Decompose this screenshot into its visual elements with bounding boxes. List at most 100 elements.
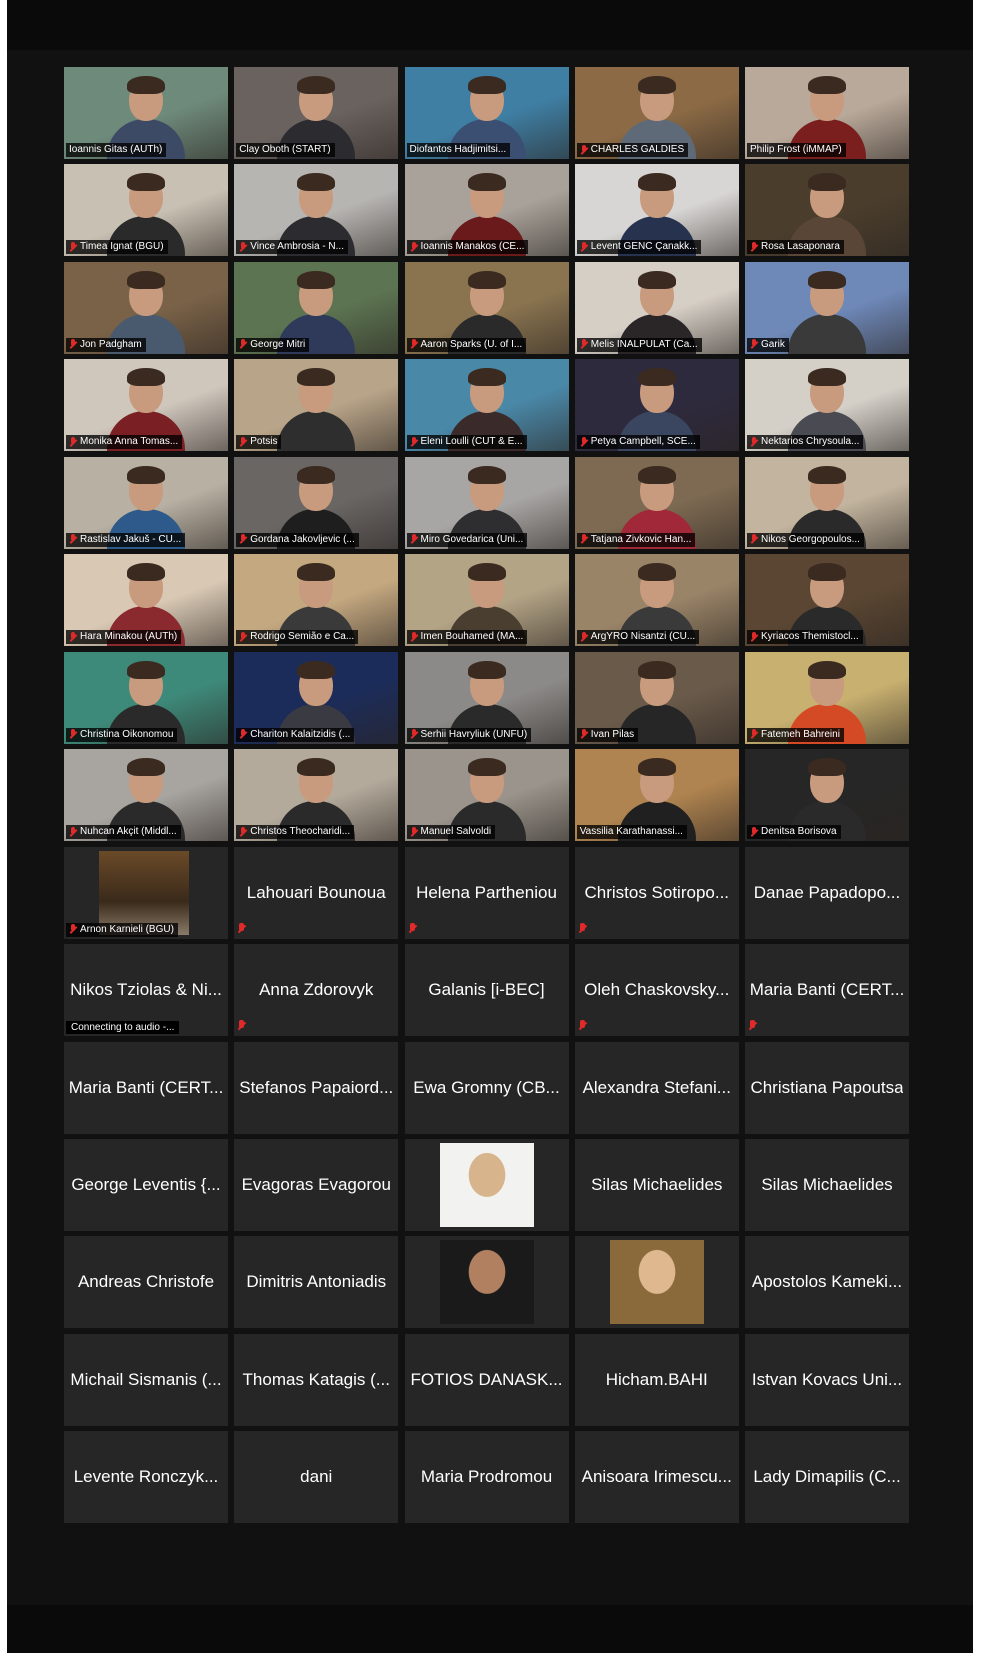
participant-tile[interactable]: Anisoara Irimescu...: [574, 1431, 739, 1524]
participant-name: George Leventis {...: [71, 1174, 221, 1194]
participant-tile[interactable]: Oleh Chaskovsky...: [574, 944, 739, 1037]
participant-name: Nuhcan Akçit (Middl...: [80, 826, 177, 838]
participant-video-tile[interactable]: Monika Anna Tomas...: [64, 359, 228, 452]
participant-video-tile[interactable]: Clay Oboth (START): [234, 67, 399, 159]
participant-video-tile[interactable]: Philip Frost (iMMAP): [745, 67, 909, 159]
participant-name-label: Serhii Havryliuk (UNFU): [406, 727, 532, 742]
participant-video-tile[interactable]: Diofantos Hadjimitsi...: [404, 67, 569, 159]
participant-video-tile[interactable]: Serhii Havryliuk (UNFU): [404, 651, 569, 744]
participant-tile[interactable]: Nikos Tziolas & Ni... Connecting to audio…: [64, 944, 228, 1037]
participant-name: Andreas Christofe: [77, 1272, 215, 1292]
participant-tile[interactable]: [404, 1236, 569, 1329]
participant-video-tile[interactable]: Hara Minakou (AUTh): [64, 554, 228, 647]
participant-hair: [297, 758, 336, 777]
participant-video-tile[interactable]: Rodrigo Semião e Ca...: [234, 554, 399, 647]
participant-video-tile[interactable]: Eleni Loulli (CUT & E...: [404, 359, 569, 452]
participant-name-label: Philip Frost (iMMAP): [747, 143, 846, 157]
mic-muted-icon: [578, 922, 587, 935]
participant-hair: [467, 368, 506, 387]
participant-tile[interactable]: Silas Michaelides: [574, 1138, 739, 1231]
participant-name: Petya Campbell, SCE...: [590, 436, 696, 448]
participant-video-tile[interactable]: Vince Ambrosia - N...: [234, 164, 399, 257]
participant-video-tile[interactable]: Tatjana Zivkovic Han...: [574, 456, 739, 549]
participant-video-tile[interactable]: Denitsa Borisova: [745, 749, 909, 842]
participant-video-tile[interactable]: Manuel Salvoldi: [404, 749, 569, 842]
participant-tile[interactable]: Danae Papadopo...: [745, 846, 909, 939]
participant-hair: [808, 660, 846, 679]
participant-tile[interactable]: Andreas Christofe: [64, 1236, 228, 1329]
participant-video-tile[interactable]: Kyriacos Themistocl...: [745, 554, 909, 647]
participant-video-tile[interactable]: Levent GENC Çanakk...: [574, 164, 739, 257]
participant-tile[interactable]: Maria Prodromou: [404, 1431, 569, 1524]
participant-tile[interactable]: Galanis [i-BEC]: [404, 944, 569, 1037]
participant-hair: [637, 563, 676, 582]
participant-tile[interactable]: [404, 1138, 569, 1231]
participant-video-tile[interactable]: Rosa Lasaponara: [745, 164, 909, 257]
participant-tile[interactable]: George Leventis {...: [64, 1138, 228, 1231]
participant-name-label: Rodrigo Semião e Ca...: [236, 630, 359, 645]
participant-hair: [127, 563, 165, 582]
participant-video-tile[interactable]: George Mitri: [234, 261, 399, 354]
participant-tile[interactable]: Christiana Papoutsa: [745, 1041, 909, 1134]
participant-name: Manuel Salvoldi: [420, 826, 492, 838]
participant-tile[interactable]: [574, 1236, 739, 1329]
participant-name: Vassilia Karathanassi...: [579, 826, 683, 838]
participant-tile[interactable]: dani: [234, 1431, 399, 1524]
participant-video-tile[interactable]: Petya Campbell, SCE...: [574, 359, 739, 452]
participant-tile[interactable]: Alexandra Stefani...: [574, 1041, 739, 1134]
participant-tile[interactable]: Apostolos Kameki...: [745, 1236, 909, 1329]
participant-video-tile[interactable]: Nikos Georgopoulos...: [745, 456, 909, 549]
participant-hair: [297, 368, 336, 387]
participant-tile[interactable]: Levente Ronczyk...: [64, 1431, 228, 1524]
participant-name-label: Christina Oikonomou: [66, 727, 178, 742]
participant-video-tile[interactable]: Potsis: [234, 359, 399, 452]
participant-tile[interactable]: Istvan Kovacs Uni...: [745, 1333, 909, 1426]
participant-tile[interactable]: Hicham.BAHI: [574, 1333, 739, 1426]
mic-muted-icon: [580, 144, 588, 156]
participant-video-tile[interactable]: Gordana Jakovljevic (...: [234, 456, 399, 549]
participant-tile[interactable]: FOTIOS DANASK...: [404, 1333, 569, 1426]
participant-video-tile[interactable]: CHARLES GALDIES: [574, 67, 739, 159]
participant-name-label: Diofantos Hadjimitsi...: [406, 143, 511, 157]
participant-video-tile[interactable]: Ivan Pilas: [574, 651, 739, 744]
participant-tile[interactable]: Arnon Karnieli (BGU): [64, 846, 228, 939]
participant-video-tile[interactable]: Aaron Sparks (U. of I...: [404, 261, 569, 354]
participant-tile[interactable]: Helena Partheniou: [404, 846, 569, 939]
participant-video-tile[interactable]: Chariton Kalaitzidis (...: [234, 651, 399, 744]
participant-tile[interactable]: Thomas Katagis (...: [234, 1333, 399, 1426]
participant-photo: [439, 1142, 534, 1227]
participant-tile[interactable]: Dimitris Antoniadis: [234, 1236, 399, 1329]
participant-video-tile[interactable]: Miro Govedarica (Uni...: [404, 456, 569, 549]
participant-tile[interactable]: Lahouari Bounoua: [234, 846, 399, 939]
participant-video-tile[interactable]: Christina Oikonomou: [64, 651, 228, 744]
participant-video-tile[interactable]: Melis INALPULAT (Ca...: [574, 261, 739, 354]
participant-name-label: Nektarios Chrysoula...: [747, 435, 864, 450]
participant-video-tile[interactable]: Timea Ignat (BGU): [64, 164, 228, 257]
participant-hair: [808, 76, 846, 94]
participant-video-tile[interactable]: Jon Padgham: [64, 261, 228, 354]
participant-video-tile[interactable]: Christos Theocharidi...: [234, 749, 399, 842]
participant-video-tile[interactable]: Fatemeh Bahreini: [745, 651, 909, 744]
participant-tile[interactable]: Silas Michaelides: [745, 1138, 909, 1231]
participant-hair: [127, 76, 165, 94]
participant-tile[interactable]: Evagoras Evagorou: [234, 1138, 399, 1231]
participant-hair: [808, 758, 846, 777]
participant-tile[interactable]: Stefanos Papaiord...: [234, 1041, 399, 1134]
participant-video-tile[interactable]: Rastislav Jakuš - CU...: [64, 456, 228, 549]
participant-tile[interactable]: Michail Sismanis (...: [64, 1333, 228, 1426]
participant-video-tile[interactable]: Imen Bouhamed (MA...: [404, 554, 569, 647]
participant-video-tile[interactable]: Nektarios Chrysoula...: [745, 359, 909, 452]
participant-tile[interactable]: Ewa Gromny (CB...: [404, 1041, 569, 1134]
participant-video-tile[interactable]: Vassilia Karathanassi...: [574, 749, 739, 842]
participant-tile[interactable]: Christos Sotiropo...: [574, 846, 739, 939]
participant-video-tile[interactable]: ArgYRO Nisantzi (CU...: [574, 554, 739, 647]
participant-tile[interactable]: Lady Dimapilis (C...: [745, 1431, 909, 1524]
participant-tile[interactable]: Maria Banti (CERT...: [64, 1041, 228, 1134]
participant-tile[interactable]: Anna Zdorovyk: [234, 944, 399, 1037]
participant-video-tile[interactable]: Garik: [745, 261, 909, 354]
participant-video-tile[interactable]: Ioannis Gitas (AUTh): [64, 67, 228, 159]
participant-video-tile[interactable]: Ioannis Manakos (CE...: [404, 164, 569, 257]
participant-name-label: Ioannis Gitas (AUTh): [66, 143, 167, 157]
participant-tile[interactable]: Maria Banti (CERT...: [745, 944, 909, 1037]
participant-video-tile[interactable]: Nuhcan Akçit (Middl...: [64, 749, 228, 842]
